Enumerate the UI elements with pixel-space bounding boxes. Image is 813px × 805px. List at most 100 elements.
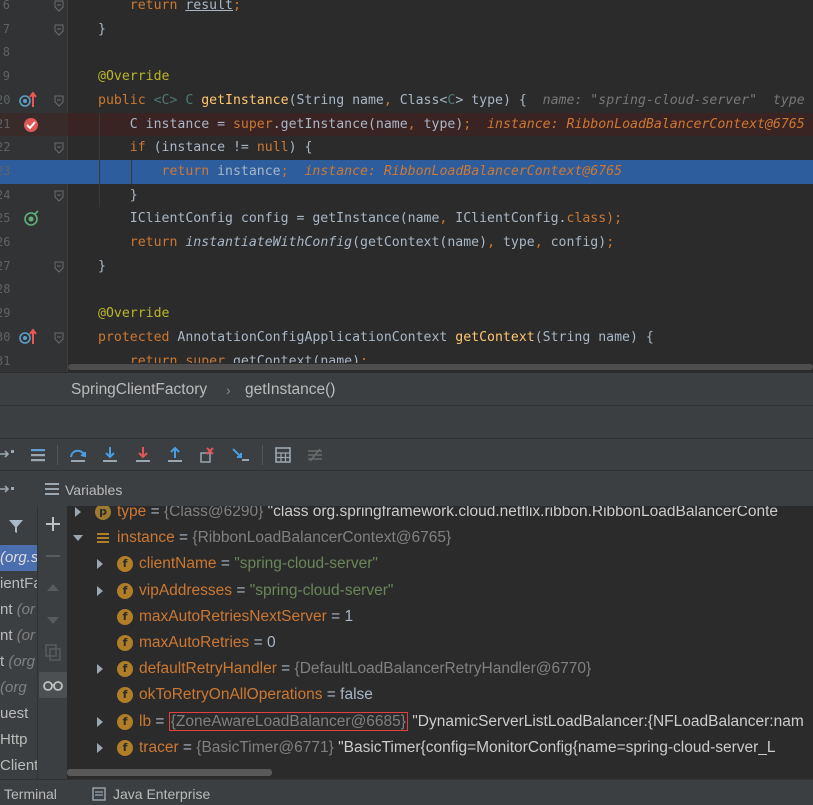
expand-arrow-icon[interactable] xyxy=(95,559,105,570)
overrides-method-icon[interactable] xyxy=(19,91,39,109)
code-token: config) xyxy=(550,235,607,250)
frame-item[interactable]: Http xyxy=(0,727,37,753)
expand-arrow-icon[interactable] xyxy=(95,716,105,727)
frame-class: (or xyxy=(16,627,36,644)
frames-list[interactable]: (org.sientFant (ornt (ort (org(orguestHt… xyxy=(0,506,37,779)
fold-marker-icon[interactable] xyxy=(54,95,64,107)
expand-arrow-icon[interactable] xyxy=(95,585,105,596)
code-line[interactable]: 26 return instantiateWithConfig(getConte… xyxy=(0,231,813,255)
code-line[interactable]: 23 return instance; instance: RibbonLoad… xyxy=(0,159,813,184)
frame-item[interactable]: t (org xyxy=(0,649,37,675)
variable-type-ref: {Class@6290} xyxy=(163,506,264,520)
variable-row[interactable]: f maxAutoRetries = 0 xyxy=(67,630,813,656)
variables-horizontal-scrollbar[interactable] xyxy=(67,766,813,778)
code-token: type) xyxy=(423,116,464,132)
expand-arrow-icon[interactable] xyxy=(95,742,105,753)
show-execution-point-icon[interactable] xyxy=(0,445,20,465)
implementation-icon[interactable] xyxy=(19,209,39,227)
variable-row[interactable]: instance = {RibbonLoadBalancerContext@67… xyxy=(67,525,813,551)
fold-marker-icon[interactable] xyxy=(54,261,64,273)
line-number: 22 xyxy=(0,140,11,155)
step-into-icon[interactable] xyxy=(100,445,120,465)
variable-row[interactable]: p type = {Class@6290} "class org.springfr… xyxy=(67,506,813,525)
code-text: @Override xyxy=(98,65,169,89)
variable-row[interactable]: f vipAddresses = "spring-cloud-server" xyxy=(67,578,813,604)
remove-watch-icon[interactable] xyxy=(43,546,63,566)
restore-layout-icon[interactable] xyxy=(0,481,20,497)
code-line[interactable]: 7} xyxy=(0,18,813,42)
fold-marker-icon[interactable] xyxy=(54,0,64,12)
expand-arrow-icon[interactable] xyxy=(73,507,83,517)
frames-menu-icon[interactable] xyxy=(28,445,48,465)
run-to-cursor-icon[interactable] xyxy=(231,445,251,465)
frame-item[interactable]: uest xyxy=(0,701,37,727)
fold-marker-icon[interactable] xyxy=(54,24,64,36)
variables-tree[interactable]: p type = {Class@6290} "class org.springfr… xyxy=(67,506,813,779)
java-enterprise-tab[interactable]: Java Enterprise xyxy=(113,786,210,802)
frame-item[interactable]: Client xyxy=(0,753,37,779)
code-line[interactable]: 24 } xyxy=(0,184,813,208)
code-token: (instance != xyxy=(153,140,257,156)
code-line[interactable]: 27} xyxy=(0,255,813,279)
code-line[interactable]: 30 protected AnnotationConfigApplicationC… xyxy=(0,326,813,350)
variable-row[interactable]: f lb = {ZoneAwareLoadBalancer@6685} "Dyna… xyxy=(67,709,813,735)
code-line[interactable]: 22 if (instance != null) { xyxy=(0,136,813,160)
scrollbar-thumb[interactable] xyxy=(68,364,813,370)
overrides-method-icon[interactable] xyxy=(19,328,39,346)
code-line[interactable]: 20 public <C> C getInstance(String name, … xyxy=(0,89,813,113)
frame-item[interactable]: nt (or xyxy=(0,597,37,623)
line-number: 30 xyxy=(0,329,11,344)
drop-frame-icon[interactable] xyxy=(198,445,218,465)
fold-marker-icon[interactable] xyxy=(54,190,64,202)
code-token: C instance = xyxy=(98,116,233,132)
code-token: Class< xyxy=(399,92,448,108)
code-line[interactable]: 28 xyxy=(0,278,813,302)
collapse-arrow-icon[interactable] xyxy=(73,533,83,543)
terminal-tab[interactable]: Terminal xyxy=(4,786,57,802)
breadcrumb-class[interactable]: SpringClientFactory xyxy=(71,381,207,399)
fold-marker-icon[interactable] xyxy=(54,332,64,344)
editor-horizontal-scrollbar[interactable] xyxy=(68,363,813,372)
step-out-icon[interactable] xyxy=(165,445,185,465)
code-line[interactable]: 21 C instance = super.getInstance(name, … xyxy=(0,112,813,137)
evaluate-expression-icon[interactable] xyxy=(273,445,293,465)
code-text: IClientConfig config = getInstance(name,… xyxy=(98,207,622,231)
breakpoint-icon[interactable] xyxy=(19,115,39,133)
move-up-icon[interactable] xyxy=(43,578,63,598)
code-line[interactable]: 9 @Override xyxy=(0,65,813,89)
force-step-into-icon[interactable] xyxy=(133,445,153,465)
code-line[interactable]: 8 xyxy=(0,41,813,65)
step-over-icon[interactable] xyxy=(68,445,88,465)
code-token: result xyxy=(185,0,233,13)
duplicate-watch-icon[interactable] xyxy=(43,642,63,662)
code-line[interactable]: 29 @Override xyxy=(0,302,813,326)
code-editor[interactable]: 6 return result;7}89@Override20public <C… xyxy=(0,0,813,372)
frame-item[interactable]: (org xyxy=(0,675,37,701)
variable-row[interactable]: f clientName = "spring-cloud-server" xyxy=(67,551,813,577)
field-icon: f xyxy=(117,608,133,625)
new-watch-icon[interactable] xyxy=(43,514,63,534)
variable-row[interactable]: f okToRetryOnAllOperations = false xyxy=(67,682,813,708)
code-text: if (instance != null) { xyxy=(98,136,313,160)
variable-row[interactable]: f defaultRetryHandler = {DefaultLoadBalan… xyxy=(67,656,813,682)
equals-sign: = xyxy=(326,607,345,625)
variable-row[interactable]: f maxAutoRetriesNextServer = 1 xyxy=(67,604,813,630)
filter-icon[interactable] xyxy=(7,517,25,535)
variable-row[interactable]: f tracer = {BasicTimer@6771} "BasicTimer{… xyxy=(67,735,813,761)
breadcrumb-method[interactable]: getInstance() xyxy=(245,381,335,399)
field-icon: f xyxy=(117,687,133,704)
code-token: <C> C xyxy=(153,92,202,108)
frame-item[interactable]: (org.s xyxy=(0,545,37,571)
fold-marker-icon[interactable] xyxy=(54,142,64,154)
code-line[interactable]: 25 IClientConfig config = getInstance(na… xyxy=(0,207,813,231)
code-token: ; xyxy=(280,163,305,179)
frame-item[interactable]: nt (or xyxy=(0,623,37,649)
code-token: return xyxy=(161,163,218,179)
move-down-icon[interactable] xyxy=(43,610,63,630)
trace-current-stream-icon[interactable] xyxy=(305,445,325,465)
code-line[interactable]: 6 return result; xyxy=(0,0,813,18)
frame-item[interactable]: ientFa xyxy=(0,571,37,597)
scrollbar-thumb[interactable] xyxy=(67,769,272,776)
expand-arrow-icon[interactable] xyxy=(95,664,105,675)
parameter-icon: p xyxy=(95,506,111,520)
